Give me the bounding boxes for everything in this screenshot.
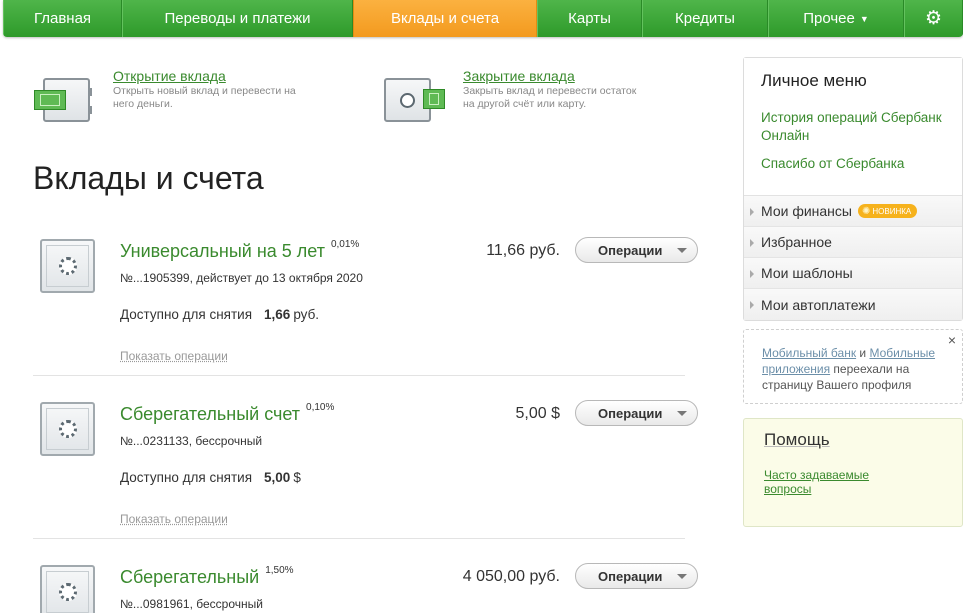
gear-icon: ⚙: [925, 7, 942, 30]
nav-item-label: Вклады и счета: [391, 10, 499, 27]
close-icon[interactable]: ×: [948, 332, 956, 348]
settings-button[interactable]: ⚙: [904, 0, 963, 37]
deposit-rate: 0,10%: [306, 402, 334, 413]
top-navigation: Главная Переводы и платежи Вклады и счет…: [3, 0, 963, 37]
chevron-down-icon: [677, 574, 687, 579]
show-operations-link[interactable]: Показать операции: [120, 512, 228, 526]
sun-icon: ✺: [862, 206, 870, 217]
deposit-meta: №...0981961, бессрочный: [120, 597, 263, 611]
history-link[interactable]: История операций Сбербанк Онлайн: [761, 109, 945, 145]
close-deposit-link[interactable]: Закрытие вклада: [463, 68, 648, 84]
nav-item-deposits[interactable]: Вклады и счета: [353, 0, 537, 37]
open-deposit-description: Открыть новый вклад и перевести на него …: [113, 85, 298, 111]
nav-item-cards[interactable]: Карты: [537, 0, 642, 37]
triangle-right-icon: [750, 239, 754, 247]
deposit-item: Сберегательный счет 0,10% №...0231133, бе…: [33, 402, 685, 539]
menu-item-favorites[interactable]: Избранное: [744, 227, 962, 258]
menu-item-label: Мои финансы: [761, 203, 852, 219]
operations-dropdown[interactable]: Операции: [575, 237, 698, 263]
menu-item-autopayments[interactable]: Мои автоплатежи: [744, 289, 962, 320]
menu-item-label: Избранное: [761, 234, 832, 250]
triangle-right-icon: [750, 208, 754, 216]
deposit-item: Сберегательный 1,50% №...0981961, бессроч…: [33, 565, 685, 613]
help-box: Помощь Часто задаваемые вопросы: [743, 418, 963, 527]
deposit-item: Универсальный на 5 лет 0,01% №...1905399,…: [33, 239, 685, 376]
mobile-notice: × Мобильный банк и Мобильные приложения …: [743, 329, 963, 404]
deposit-amount: 5,00 $: [516, 405, 560, 423]
new-badge: ✺ НОВИНКА: [858, 204, 917, 218]
operations-dropdown[interactable]: Операции: [575, 563, 698, 589]
triangle-right-icon: [750, 301, 754, 309]
show-operations-link[interactable]: Показать операции: [120, 349, 228, 363]
deposit-meta: №...1905399, действует до 13 октября 202…: [120, 271, 363, 285]
nav-item-label: Прочее: [803, 10, 855, 27]
nav-item-label: Главная: [34, 10, 91, 27]
help-title[interactable]: Помощь: [764, 430, 942, 450]
operations-dropdown[interactable]: Операции: [575, 400, 698, 426]
menu-item-label: Мои шаблоны: [761, 265, 853, 281]
nav-item-home[interactable]: Главная: [3, 0, 122, 37]
faq-link[interactable]: Часто задаваемые вопросы: [764, 468, 884, 496]
nav-item-label: Переводы и платежи: [164, 10, 310, 27]
deposit-meta: №...0231133, бессрочный: [120, 434, 262, 448]
nav-item-other[interactable]: Прочее ▼: [768, 0, 904, 37]
deposit-amount: 4 050,00 руб.: [463, 568, 560, 586]
safe-money-out-icon: [383, 68, 445, 116]
menu-item-label: Мои автоплатежи: [761, 297, 876, 313]
safe-icon: [40, 565, 95, 613]
chevron-down-icon: [677, 411, 687, 416]
deposit-rate: 1,50%: [265, 565, 293, 576]
deposit-rate: 0,01%: [331, 239, 359, 250]
deposit-available: Доступно для снятия 5,00 $: [120, 470, 301, 485]
nav-item-transfers[interactable]: Переводы и платежи: [122, 0, 353, 37]
deposit-name[interactable]: Сберегательный счет 0,10%: [120, 404, 334, 425]
mobile-bank-link[interactable]: Мобильный банк: [762, 346, 856, 360]
menu-item-templates[interactable]: Мои шаблоны: [744, 258, 962, 289]
nav-item-label: Кредиты: [675, 10, 735, 27]
sidebar: Личное меню История операций Сбербанк Он…: [743, 57, 963, 527]
open-deposit-action[interactable]: Открытие вклада Открыть новый вклад и пе…: [33, 68, 298, 116]
nav-item-label: Карты: [568, 10, 611, 27]
close-deposit-description: Закрыть вклад и перевести остаток на дру…: [463, 85, 648, 111]
spasibo-link[interactable]: Спасибо от Сбербанка: [761, 155, 945, 173]
page-title: Вклады и счета: [33, 160, 264, 197]
safe-icon: [40, 239, 95, 293]
triangle-right-icon: [750, 270, 754, 278]
safe-icon: [40, 402, 95, 456]
deposit-name[interactable]: Универсальный на 5 лет 0,01%: [120, 241, 359, 262]
open-deposit-link[interactable]: Открытие вклада: [113, 68, 298, 84]
chevron-down-icon: ▼: [860, 14, 869, 24]
deposit-name[interactable]: Сберегательный 1,50%: [120, 567, 294, 588]
menu-item-my-finances[interactable]: Мои финансы ✺ НОВИНКА: [744, 196, 962, 227]
personal-menu-title: Личное меню: [761, 71, 945, 91]
chevron-down-icon: [677, 248, 687, 253]
close-deposit-action[interactable]: Закрытие вклада Закрыть вклад и перевест…: [383, 68, 648, 116]
deposit-available: Доступно для снятия 1,66 руб.: [120, 307, 319, 322]
deposit-amount: 11,66 руб.: [486, 242, 560, 260]
safe-money-in-icon: [33, 68, 95, 116]
personal-menu: Личное меню История операций Сбербанк Он…: [743, 57, 963, 321]
nav-item-credits[interactable]: Кредиты: [642, 0, 768, 37]
